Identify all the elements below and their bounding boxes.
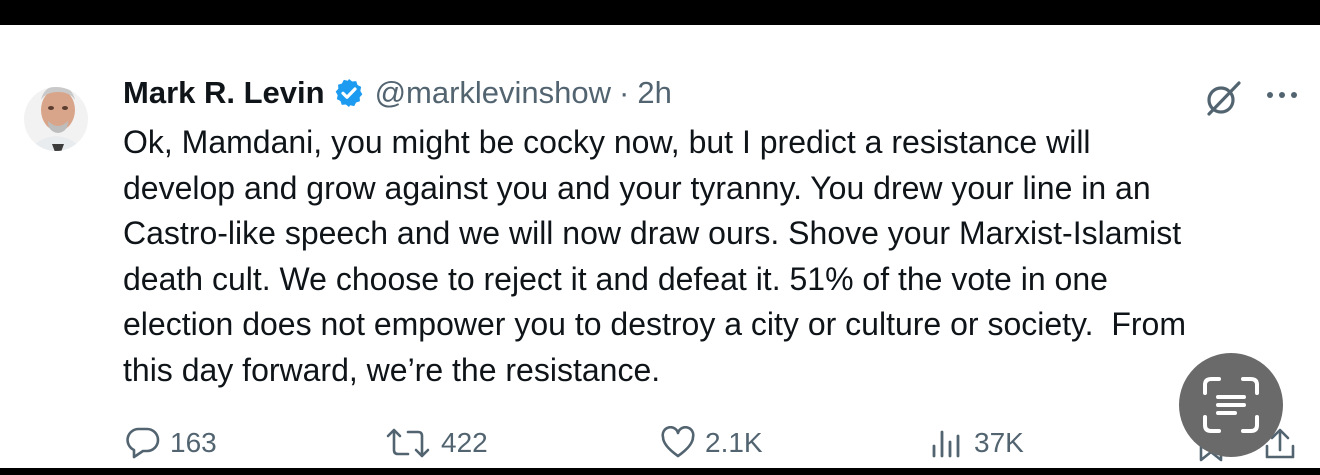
repost-icon — [386, 428, 430, 458]
like-count: 2.1K — [705, 427, 763, 458]
text-scan-button[interactable] — [1179, 353, 1283, 457]
text-scan-icon — [1203, 377, 1259, 433]
repost-count: 422 — [441, 427, 488, 458]
view-count: 37K — [974, 427, 1024, 458]
like-icon — [661, 426, 695, 458]
author-name[interactable]: Mark R. Levin — [123, 75, 325, 111]
timestamp[interactable]: 2h — [637, 75, 671, 111]
views-icon — [932, 430, 960, 458]
tweet-header: Mark R. Levin @marklevinshow · 2h — [123, 71, 672, 115]
repost-button[interactable]: 422 — [384, 423, 488, 463]
avatar[interactable] — [24, 48, 88, 160]
reply-button[interactable]: 163 — [125, 423, 217, 463]
verified-badge-icon[interactable] — [333, 77, 365, 109]
separator-dot: · — [619, 75, 630, 110]
more-icon[interactable] — [1262, 89, 1302, 101]
like-button[interactable]: 2.1K — [660, 423, 763, 463]
author-handle[interactable]: @marklevinshow — [375, 75, 611, 111]
tweet-text: Ok, Mamdani, you might be cocky now, but… — [123, 124, 1186, 388]
reply-count: 163 — [170, 427, 217, 458]
reply-icon — [126, 427, 160, 459]
views-button[interactable]: 37K — [929, 423, 1024, 463]
grok-icon[interactable] — [1201, 80, 1245, 116]
tweet-card[interactable]: Mark R. Levin @marklevinshow · 2h Ok, Ma… — [0, 25, 1320, 468]
